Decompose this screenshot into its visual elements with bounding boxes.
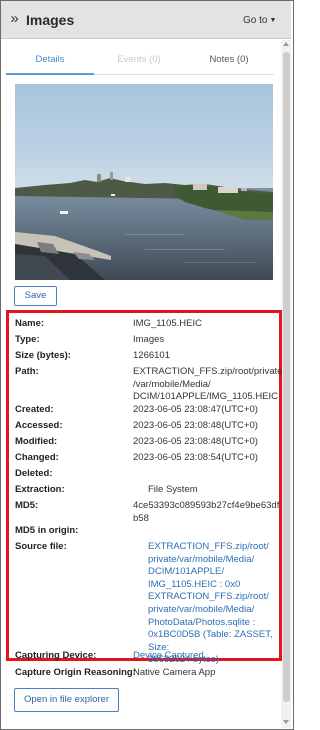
scroll-down-icon[interactable] [283, 720, 289, 724]
extraction-value: File System [148, 484, 198, 495]
capturing-device-label: Capturing Device: [15, 650, 97, 661]
image-preview[interactable] [15, 84, 273, 280]
capture-origin-value: Native Camera App [133, 667, 216, 678]
source-file-line[interactable]: private/var/mobile/Media/ [148, 554, 292, 567]
type-label: Type: [15, 334, 40, 345]
md5-line: b58 [133, 512, 149, 524]
path-line: DCIM/101APPLE/IMG_1105.HEIC [133, 391, 279, 403]
extraction-label: Extraction: [15, 484, 65, 495]
modified-label: Modified: [15, 436, 58, 447]
goto-label: Go to [243, 15, 268, 26]
created-label: Created: [15, 404, 54, 415]
changed-value: 2023-06-05 23:08:54(UTC+0) [133, 452, 258, 463]
source-file-line[interactable]: EXTRACTION_FFS.zip/root/ [148, 591, 292, 604]
panel-title: Images [26, 12, 75, 28]
harbor-photo [15, 84, 273, 280]
source-file-line[interactable]: IMG_1105.HEIC : 0x0 [148, 579, 292, 592]
name-value: IMG_1105.HEIC [133, 318, 202, 329]
save-button[interactable]: Save [14, 286, 57, 306]
md5-line: 4ce53393c089593b27cf4e9be63df [133, 500, 280, 511]
md5-label: MD5: [15, 500, 39, 511]
source-file-line[interactable]: EXTRACTION_FFS.zip/root/ [148, 541, 292, 554]
size-value: 1266101 [133, 350, 170, 361]
source-file-line[interactable]: PhotoData/Photos.sqlite : [148, 617, 292, 630]
size-label: Size (bytes): [15, 350, 71, 361]
capture-origin-label: Capture Origin Reasoning: [15, 667, 136, 678]
open-in-file-explorer-button[interactable]: Open in file explorer [14, 688, 119, 712]
type-value: Images [133, 334, 165, 345]
source-file-link[interactable]: EXTRACTION_FFS.zip/root/ private/var/mob… [148, 541, 292, 667]
accessed-value: 2023-06-05 23:08:48(UTC+0) [133, 420, 258, 431]
deleted-label: Deleted: [15, 468, 53, 479]
source-file-line[interactable]: private/var/mobile/Media/ [148, 604, 292, 617]
chevron-down-icon: ▼ [269, 17, 277, 24]
modified-value: 2023-06-05 23:08:48(UTC+0) [133, 436, 258, 447]
tab-notes[interactable]: Notes (0) [184, 47, 274, 75]
tab-details[interactable]: Details [6, 47, 94, 75]
goto-dropdown[interactable]: Go to ▼ [243, 15, 276, 26]
source-file-label: Source file: [15, 541, 67, 552]
collapse-panel-icon[interactable]: » [5, 10, 21, 28]
created-value: 2023-06-05 23:08:47(UTC+0) [133, 404, 258, 415]
panel-header: » Images Go to ▼ [1, 1, 291, 39]
name-label: Name: [15, 318, 45, 329]
details-tabs: Details Events (0) Notes (0) [6, 47, 274, 75]
changed-label: Changed: [15, 452, 59, 463]
scroll-up-icon[interactable] [283, 42, 289, 46]
path-label: Path: [15, 366, 39, 377]
accessed-label: Accessed: [15, 420, 63, 431]
tab-events: Events (0) [117, 54, 161, 65]
path-value: EXTRACTION_FFS.zip/root/private /var/mob… [133, 366, 283, 404]
source-file-line[interactable]: DCIM/101APPLE/ [148, 566, 292, 579]
md5-origin-label: MD5 in origin: [15, 525, 79, 536]
path-line: EXTRACTION_FFS.zip/root/private [133, 366, 283, 377]
path-line: /var/mobile/Media/ [133, 378, 211, 390]
capturing-device-link[interactable]: Device Captured [133, 650, 277, 663]
md5-value: 4ce53393c089593b27cf4e9be63df b58 [133, 500, 280, 525]
